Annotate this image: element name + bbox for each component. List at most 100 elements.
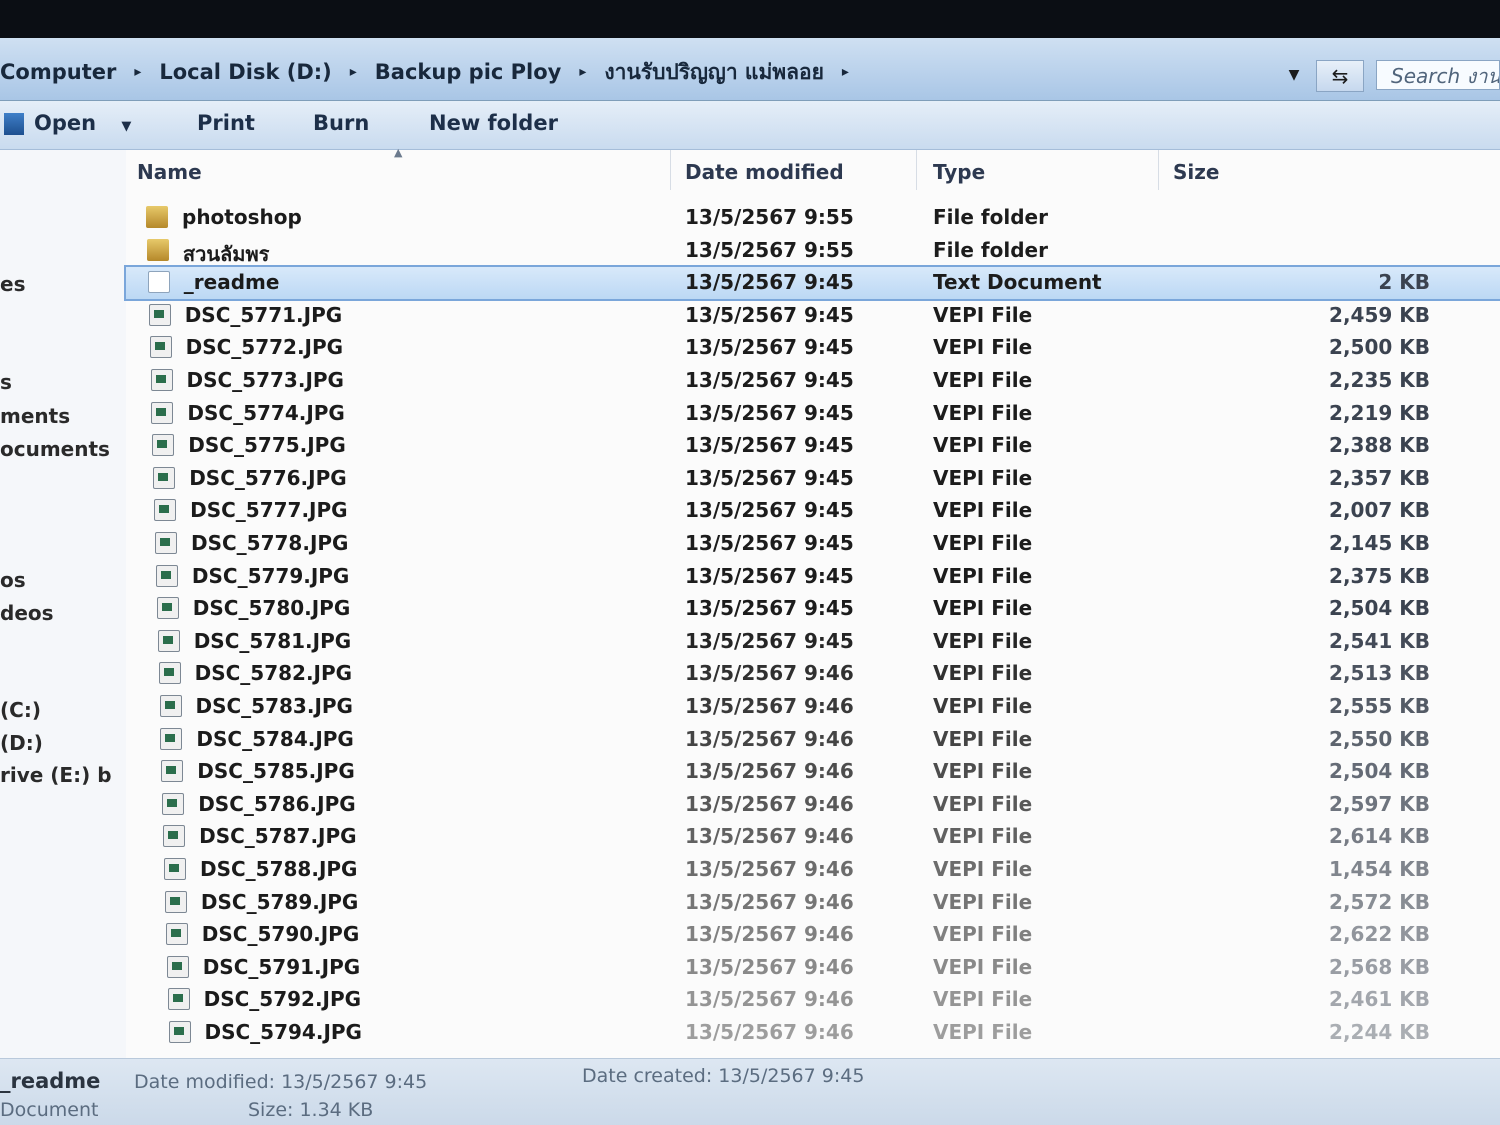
- file-size: 2,007 KB: [1329, 498, 1430, 523]
- file-name: สวนลัมพร: [182, 241, 270, 266]
- file-size: 2,357 KB: [1329, 465, 1430, 490]
- file-row[interactable]: DSC_5785.JPG 13/5/2567 9:46 VEPI File 2,504…: [126, 756, 1500, 788]
- file-name: DSC_5781.JPG: [193, 628, 352, 653]
- breadcrumb[interactable]: Computer ▸ Local Disk (D:) ▸ Backup pic …: [0, 56, 867, 88]
- file-type: VEPI File: [933, 400, 1033, 425]
- column-size[interactable]: Size: [1173, 160, 1219, 184]
- file-row[interactable]: DSC_5783.JPG 13/5/2567 9:46 VEPI File 2,555…: [126, 691, 1500, 723]
- file-row[interactable]: DSC_5791.JPG 13/5/2567 9:46 VEPI File 2,568…: [126, 952, 1500, 984]
- nav-item[interactable]: es: [0, 272, 25, 296]
- breadcrumb-local-disk[interactable]: Local Disk (D:): [159, 60, 345, 84]
- file-row[interactable]: DSC_5789.JPG 13/5/2567 9:46 VEPI File 2,572…: [126, 887, 1500, 919]
- breadcrumb-backup-pic-ploy[interactable]: Backup pic Ploy: [375, 60, 576, 84]
- file-type: VEPI File: [933, 694, 1033, 718]
- file-name: DSC_5774.JPG: [187, 400, 345, 425]
- image-icon: [152, 434, 175, 457]
- column-name[interactable]: Name: [137, 160, 202, 184]
- file-row[interactable]: DSC_5786.JPG 13/5/2567 9:46 VEPI File 2,597…: [126, 789, 1500, 821]
- image-icon: [148, 303, 171, 326]
- file-name: DSC_5772.JPG: [185, 335, 344, 360]
- file-name: DSC_5777.JPG: [190, 498, 348, 523]
- file-date-modified: 13/5/2567 9:46: [685, 726, 854, 751]
- file-row[interactable]: DSC_5777.JPG 13/5/2567 9:45 VEPI File 2,007…: [126, 495, 1500, 527]
- column-divider[interactable]: [1158, 150, 1159, 190]
- file-date-modified: 13/5/2567 9:46: [685, 759, 854, 784]
- chevron-down-icon[interactable]: ▼: [121, 119, 131, 134]
- file-size: 2,541 KB: [1329, 628, 1430, 653]
- file-row[interactable]: DSC_5773.JPG 13/5/2567 9:45 VEPI File 2,235…: [126, 365, 1500, 397]
- file-row-selected[interactable]: _readme 13/5/2567 9:45 Text Document 2 KB: [124, 265, 1500, 302]
- file-row[interactable]: DSC_5781.JPG 13/5/2567 9:45 VEPI File 2,541…: [126, 626, 1500, 658]
- nav-item[interactable]: deos: [0, 601, 54, 625]
- image-icon: [156, 597, 179, 620]
- chevron-right-icon[interactable]: ▸: [575, 64, 604, 80]
- file-row[interactable]: DSC_5790.JPG 13/5/2567 9:46 VEPI File 2,622…: [126, 919, 1500, 951]
- file-name: DSC_5794.JPG: [204, 1020, 362, 1044]
- file-type: VEPI File: [933, 433, 1033, 458]
- file-size: 2,614 KB: [1329, 824, 1430, 849]
- file-type: VEPI File: [933, 628, 1033, 653]
- nav-item-drive-e[interactable]: rive (E:) b: [0, 763, 112, 787]
- file-name: DSC_5786.JPG: [198, 791, 356, 816]
- file-row[interactable]: DSC_5788.JPG 13/5/2567 9:46 VEPI File 1,454…: [126, 854, 1500, 886]
- file-row[interactable]: DSC_5779.JPG 13/5/2567 9:45 VEPI File 2,375…: [126, 561, 1500, 593]
- file-name: _readme: [183, 270, 280, 295]
- chevron-right-icon[interactable]: ▸: [130, 64, 159, 80]
- print-button[interactable]: Print: [197, 111, 255, 135]
- chevron-right-icon[interactable]: ▸: [346, 64, 375, 80]
- nav-item-drive-d[interactable]: (D:): [0, 731, 43, 755]
- nav-item[interactable]: s: [0, 370, 12, 394]
- command-bar: Open ▼ Print Burn New folder: [0, 101, 1500, 150]
- file-row[interactable]: DSC_5782.JPG 13/5/2567 9:46 VEPI File 2,513…: [126, 658, 1500, 690]
- image-icon: [155, 532, 177, 554]
- file-row[interactable]: photoshop 13/5/2567 9:55 File folder: [126, 202, 1500, 234]
- file-row[interactable]: DSC_5794.JPG 13/5/2567 9:46 VEPI File 2,244…: [126, 1017, 1500, 1049]
- file-name: DSC_5784.JPG: [196, 726, 354, 751]
- breadcrumb-computer[interactable]: Computer: [0, 60, 130, 84]
- address-bar[interactable]: Computer ▸ Local Disk (D:) ▸ Backup pic …: [0, 38, 1500, 101]
- file-row[interactable]: DSC_5776.JPG 13/5/2567 9:45 VEPI File 2,357…: [126, 463, 1500, 495]
- file-row[interactable]: DSC_5774.JPG 13/5/2567 9:45 VEPI File 2,219…: [126, 398, 1500, 430]
- image-icon: [151, 401, 174, 424]
- burn-button[interactable]: Burn: [313, 111, 369, 135]
- nav-item[interactable]: ocuments: [0, 437, 110, 461]
- file-row[interactable]: DSC_5780.JPG 13/5/2567 9:45 VEPI File 2,504…: [126, 593, 1500, 625]
- column-divider[interactable]: [670, 150, 671, 190]
- file-type: VEPI File: [933, 1020, 1033, 1044]
- file-type: VEPI File: [933, 302, 1033, 327]
- file-row[interactable]: สวนลัมพร 13/5/2567 9:55 File folder: [126, 235, 1500, 267]
- search-input[interactable]: Search งาน: [1376, 60, 1500, 90]
- chevron-down-icon[interactable]: ▼: [1280, 62, 1308, 88]
- breadcrumb-current-folder[interactable]: งานรับปริญญา แม่พลอย: [604, 56, 838, 89]
- column-divider[interactable]: [916, 150, 917, 190]
- file-name: DSC_5776.JPG: [189, 465, 347, 490]
- file-row[interactable]: DSC_5778.JPG 13/5/2567 9:45 VEPI File 2,145…: [126, 528, 1500, 560]
- file-size: 2,572 KB: [1329, 889, 1430, 914]
- file-name: DSC_5788.JPG: [200, 857, 358, 881]
- file-row[interactable]: DSC_5787.JPG 13/5/2567 9:46 VEPI File 2,614…: [126, 821, 1500, 853]
- file-date-modified: 13/5/2567 9:45: [685, 628, 854, 653]
- file-type: File folder: [933, 205, 1048, 229]
- image-icon: [161, 760, 184, 783]
- open-button[interactable]: Open ▼: [4, 111, 131, 135]
- nav-item-drive-c[interactable]: (C:): [0, 698, 41, 722]
- file-row[interactable]: DSC_5792.JPG 13/5/2567 9:46 VEPI File 2,461…: [126, 984, 1500, 1016]
- file-row[interactable]: DSC_5784.JPG 13/5/2567 9:46 VEPI File 2,550…: [126, 724, 1500, 756]
- file-row[interactable]: DSC_5772.JPG 13/5/2567 9:45 VEPI File 2,500…: [126, 332, 1500, 364]
- details-file-kind: Document: [0, 1099, 99, 1121]
- image-icon: [154, 499, 177, 522]
- file-date-modified: 13/5/2567 9:55: [685, 237, 854, 262]
- file-row[interactable]: DSC_5775.JPG 13/5/2567 9:45 VEPI File 2,388…: [126, 430, 1500, 462]
- nav-item[interactable]: os: [0, 568, 26, 592]
- file-row[interactable]: DSC_5771.JPG 13/5/2567 9:45 VEPI File 2,459…: [126, 300, 1500, 332]
- nav-item[interactable]: ments: [0, 404, 70, 428]
- file-date-modified: 13/5/2567 9:55: [685, 205, 854, 229]
- file-type: VEPI File: [933, 465, 1033, 490]
- refresh-icon[interactable]: ⇆: [1316, 60, 1364, 92]
- file-list[interactable]: Name ▲ Date modified Type Size photoshop…: [124, 146, 1500, 1080]
- column-type[interactable]: Type: [933, 160, 985, 184]
- image-icon: [149, 336, 172, 359]
- column-date-modified[interactable]: Date modified: [685, 160, 844, 184]
- chevron-right-icon[interactable]: ▸: [838, 64, 867, 80]
- new-folder-button[interactable]: New folder: [429, 111, 558, 135]
